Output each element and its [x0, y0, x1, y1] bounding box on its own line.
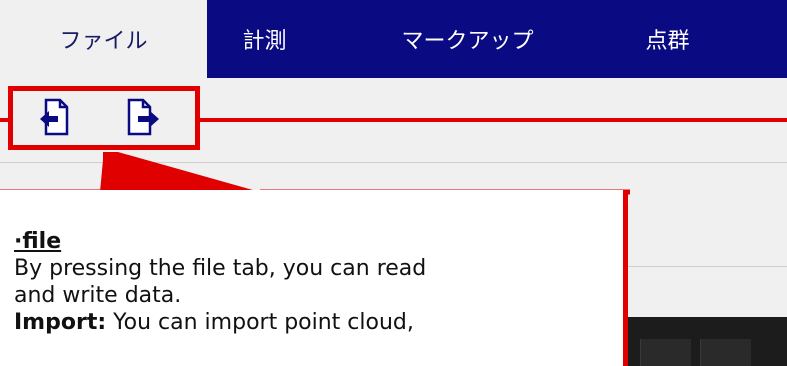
callout-pointer — [100, 152, 260, 192]
callout-body: By pressing the file tab, you can read a… — [14, 256, 427, 308]
callout-import-line: Import: You can import point cloud, — [14, 309, 604, 336]
callout-text: ·file By pressing the file tab, you can … — [14, 228, 604, 336]
callout-import-text: You can import point cloud, — [106, 310, 414, 335]
callout-import-label: Import: — [14, 310, 107, 335]
highlight-box — [8, 86, 200, 150]
callout-heading: ·file — [14, 229, 62, 254]
app-window: ファイル 計測 マークアップ 点群 ·file By pressing the … — [0, 0, 787, 366]
